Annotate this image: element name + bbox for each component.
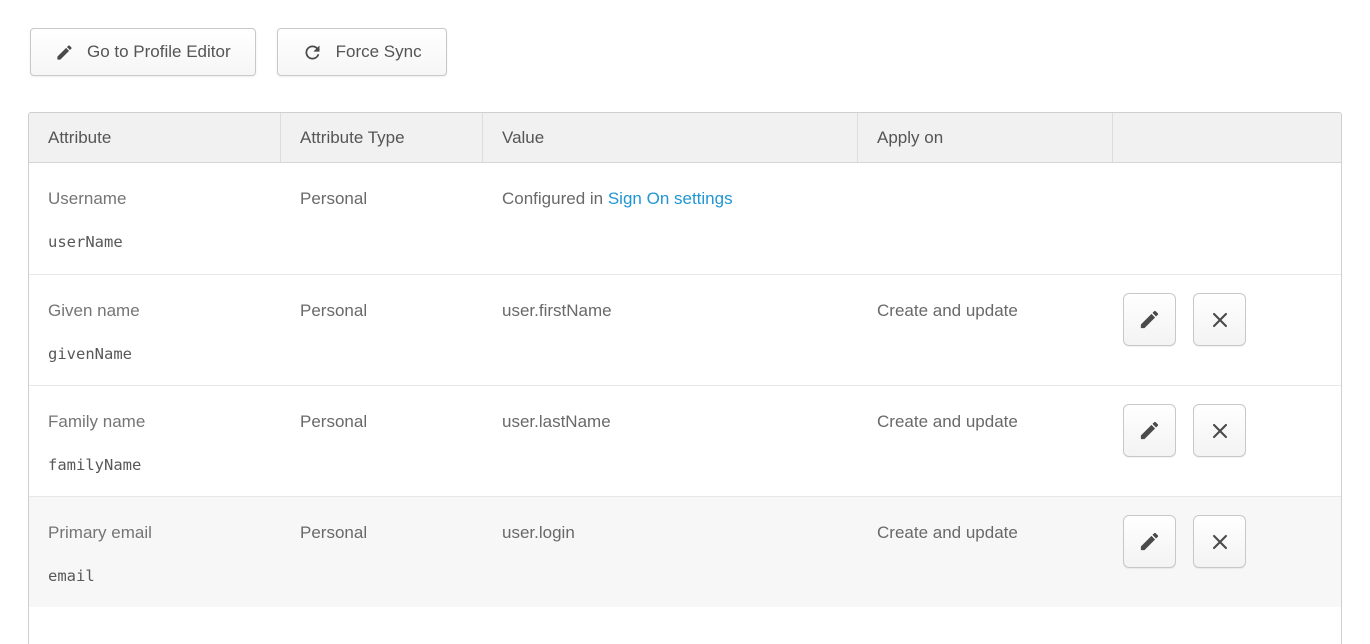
delete-attribute-button[interactable]	[1193, 293, 1246, 346]
go-to-profile-editor-button[interactable]: Go to Profile Editor	[30, 28, 256, 76]
attribute-cell: Primary email email	[29, 497, 281, 607]
table-header-row: Attribute Attribute Type Value Apply on	[29, 113, 1341, 163]
table-row: Username userName Personal Configured in…	[29, 163, 1341, 274]
toolbar: Go to Profile Editor Force Sync	[30, 28, 1370, 76]
header-attribute-type: Attribute Type	[281, 113, 483, 162]
actions-cell	[1113, 386, 1341, 496]
attribute-type-cell: Personal	[281, 386, 483, 496]
attribute-variable-name: userName	[48, 233, 271, 252]
pencil-icon	[1138, 530, 1161, 553]
force-sync-button[interactable]: Force Sync	[277, 28, 447, 76]
table-row: Family name familyName Personal user.las…	[29, 385, 1341, 496]
close-icon	[1209, 420, 1231, 442]
attribute-label: Username	[48, 188, 271, 209]
attribute-cell: Family name familyName	[29, 386, 281, 496]
attribute-label: Primary email	[48, 522, 271, 543]
attribute-label: Given name	[48, 300, 271, 321]
value-cell: user.login	[483, 497, 858, 607]
apply-on-cell: Create and update	[858, 275, 1113, 385]
apply-on-cell	[858, 163, 1113, 274]
header-apply-on: Apply on	[858, 113, 1113, 162]
attribute-type-cell: Personal	[281, 275, 483, 385]
apply-on-cell: Create and update	[858, 497, 1113, 607]
apply-on-cell: Create and update	[858, 386, 1113, 496]
value-cell: Configured in Sign On settings	[483, 163, 858, 274]
table-row: Primary email email Personal user.login …	[29, 496, 1341, 607]
edit-attribute-button[interactable]	[1123, 404, 1176, 457]
value-prefix: Configured in	[502, 189, 608, 208]
sign-on-settings-link[interactable]: Sign On settings	[608, 189, 733, 208]
header-value: Value	[483, 113, 858, 162]
close-icon	[1209, 531, 1231, 553]
go-to-profile-editor-label: Go to Profile Editor	[87, 42, 231, 62]
actions-cell	[1113, 163, 1341, 274]
attribute-type-cell: Personal	[281, 497, 483, 607]
header-actions	[1113, 113, 1341, 162]
table-row: Given name givenName Personal user.first…	[29, 274, 1341, 385]
close-icon	[1209, 309, 1231, 331]
attribute-cell: Username userName	[29, 163, 281, 274]
table-empty-area	[29, 607, 1341, 644]
refresh-icon	[302, 42, 323, 63]
attribute-variable-name: givenName	[48, 345, 271, 364]
header-attribute: Attribute	[29, 113, 281, 162]
actions-cell	[1113, 497, 1341, 607]
delete-attribute-button[interactable]	[1193, 515, 1246, 568]
attribute-mapping-table: Attribute Attribute Type Value Apply on …	[28, 112, 1342, 644]
actions-cell	[1113, 275, 1341, 385]
value-cell: user.firstName	[483, 275, 858, 385]
edit-attribute-button[interactable]	[1123, 293, 1176, 346]
pencil-icon	[1138, 419, 1161, 442]
attribute-variable-name: email	[48, 567, 271, 586]
attribute-variable-name: familyName	[48, 456, 271, 475]
pencil-icon	[55, 43, 74, 62]
attribute-type-cell: Personal	[281, 163, 483, 274]
delete-attribute-button[interactable]	[1193, 404, 1246, 457]
value-cell: user.lastName	[483, 386, 858, 496]
attribute-cell: Given name givenName	[29, 275, 281, 385]
edit-attribute-button[interactable]	[1123, 515, 1176, 568]
attribute-label: Family name	[48, 411, 271, 432]
pencil-icon	[1138, 308, 1161, 331]
force-sync-label: Force Sync	[336, 42, 422, 62]
